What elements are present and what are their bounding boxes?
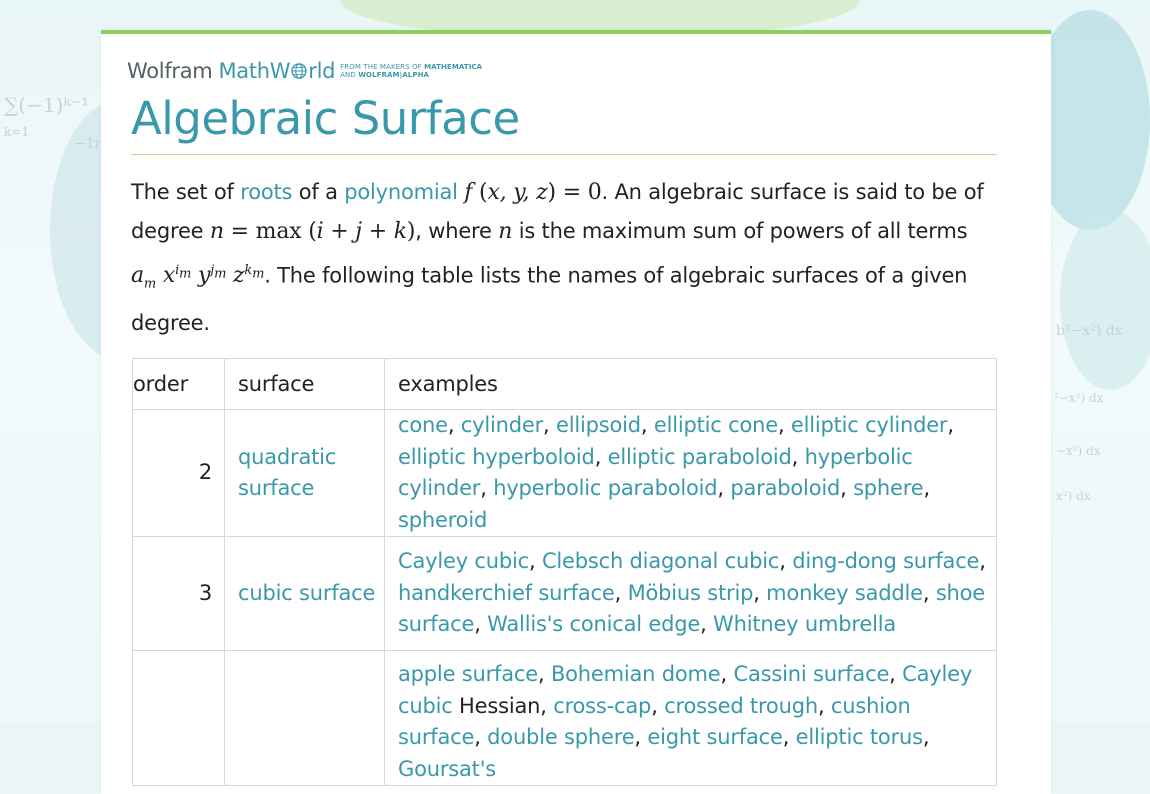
example-link[interactable]: elliptic cone	[654, 413, 778, 437]
table-header-row: order surface examples	[132, 358, 997, 410]
formula-n: n	[498, 219, 513, 244]
example-link[interactable]: hyperbolic paraboloid	[493, 476, 717, 500]
example-link[interactable]: Cassini surface	[733, 662, 889, 686]
example-link[interactable]: Bohemian dome	[551, 662, 721, 686]
example-link[interactable]: cross-cap	[553, 694, 651, 718]
formula-polynomial: f (x, y, z) = 0	[464, 180, 602, 205]
example-link[interactable]: handkerchief surface	[398, 581, 615, 605]
example-link[interactable]: sphere	[853, 476, 924, 500]
tagline-mathematica: MATHEMATICA	[424, 63, 483, 71]
logo-mathworld-post: rld	[308, 59, 336, 83]
example-link[interactable]: paraboloid	[730, 476, 840, 500]
page-title: Algebraic Surface	[131, 92, 520, 145]
link-roots[interactable]: roots	[240, 180, 292, 204]
formula-degree: n = max (i + j + k)	[209, 219, 416, 244]
site-logo[interactable]: Wolfram MathW rld FROM THE MAKERS OF MAT…	[127, 58, 482, 84]
link-surface-type[interactable]: cubic surface	[238, 581, 375, 605]
row-order: 3	[132, 536, 225, 651]
header-order: order	[132, 358, 225, 410]
example-link[interactable]: ding-dong surface	[792, 549, 979, 573]
example-link[interactable]: elliptic paraboloid	[608, 445, 792, 469]
tagline-line1: FROM THE MAKERS OF	[340, 63, 422, 71]
example-link[interactable]: Whitney umbrella	[713, 612, 896, 636]
example-link[interactable]: Goursat's	[398, 757, 496, 781]
example-link[interactable]: Clebsch diagonal cubic	[542, 549, 779, 573]
header-examples: examples	[384, 358, 997, 410]
intro-text-1: The set of	[131, 180, 241, 204]
logo-mathworld-pre: MathW	[218, 59, 291, 83]
example-link[interactable]: Cayley cubic	[398, 549, 529, 573]
title-divider	[131, 154, 997, 155]
logo-wolfram-text: Wolfram	[127, 59, 213, 83]
logo-mathworld-text: MathW rld	[218, 59, 335, 83]
tagline-wolframalpha: WOLFRAM|ALPHA	[358, 71, 430, 79]
wolfram-globe-icon	[291, 63, 307, 79]
tagline-line2: AND	[340, 71, 356, 79]
example-link[interactable]: double sphere	[487, 725, 634, 749]
row-examples: cone, cylinder, ellipsoid, elliptic cone…	[384, 409, 997, 537]
example-link[interactable]: elliptic torus	[796, 725, 923, 749]
formula-term: am xim yjm zkm	[131, 263, 265, 292]
example-link[interactable]: monkey saddle	[766, 581, 923, 605]
intro-text-5: is the maximum sum of powers of all term…	[512, 219, 968, 243]
svg-text:²−x²) dx: ²−x²) dx	[1054, 391, 1104, 405]
table-row: 3 cubic surface Cayley cubic, Clebsch di…	[132, 536, 997, 651]
example-link[interactable]: Möbius strip	[628, 581, 754, 605]
row-order: 2	[132, 409, 225, 537]
surfaces-table: order surface examples 2 quadratic surfa…	[132, 358, 997, 786]
table-row: 2 quadratic surface cone, cylinder, elli…	[132, 409, 997, 537]
example-link[interactable]: spheroid	[398, 508, 487, 532]
logo-tagline: FROM THE MAKERS OF MATHEMATICA AND WOLFR…	[340, 63, 482, 79]
svg-text:−x²) dx: −x²) dx	[1056, 444, 1101, 458]
svg-text:b²−x²) dx: b²−x²) dx	[1056, 323, 1123, 339]
svg-text:−1r: −1r	[74, 136, 102, 152]
table-row: apple surface, Bohemian dome, Cassini su…	[132, 650, 997, 786]
row-examples: Cayley cubic, Clebsch diagonal cubic, di…	[384, 536, 997, 651]
link-polynomial[interactable]: polynomial	[344, 180, 458, 204]
example-link[interactable]: crossed trough	[664, 694, 818, 718]
row-surface-cell: cubic surface	[224, 536, 385, 651]
svg-text:k=1: k=1	[4, 125, 29, 139]
row-surface-cell: quadratic surface	[224, 409, 385, 537]
example-link[interactable]: elliptic cylinder	[791, 413, 948, 437]
intro-paragraph: The set of roots of a polynomial f (x, y…	[131, 173, 997, 343]
example-link[interactable]: Wallis's conical edge	[487, 612, 700, 636]
content-card: Wolfram MathW rld FROM THE MAKERS OF MAT…	[101, 30, 1051, 794]
example-link[interactable]: elliptic hyperboloid	[398, 445, 595, 469]
row-order	[132, 650, 225, 786]
example-link[interactable]: ellipsoid	[556, 413, 641, 437]
header-surface: surface	[224, 358, 385, 410]
example-plain-text: Hessian	[452, 693, 541, 718]
example-link[interactable]: cylinder	[461, 413, 543, 437]
example-link[interactable]: cone	[398, 413, 448, 437]
example-link[interactable]: eight surface	[647, 725, 783, 749]
intro-text-2: of a	[292, 180, 345, 204]
svg-text:x²) dx: x²) dx	[1056, 489, 1091, 503]
link-surface-type[interactable]: quadratic surface	[238, 445, 336, 501]
svg-text:∑(−1)ᵏ⁻¹: ∑(−1)ᵏ⁻¹	[4, 93, 89, 117]
row-surface-cell	[224, 650, 385, 786]
example-link[interactable]: apple surface	[398, 662, 538, 686]
intro-text-4: , where	[415, 219, 499, 243]
row-examples: apple surface, Bohemian dome, Cassini su…	[384, 650, 997, 786]
